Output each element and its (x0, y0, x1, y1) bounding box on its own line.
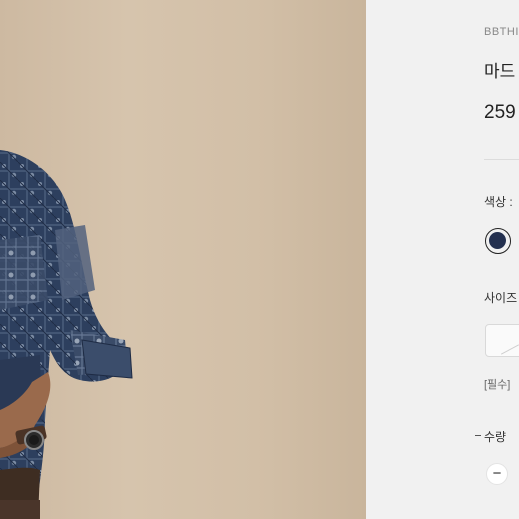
divider (484, 159, 519, 160)
brand-name[interactable]: BBTHI (484, 26, 519, 38)
product-photo-illustration (0, 150, 133, 519)
size-select-box[interactable] (485, 324, 519, 357)
unavailable-slash-icon (500, 344, 519, 355)
product-photo (0, 0, 366, 519)
size-option-label: 사이즈 (484, 291, 518, 305)
required-note: [필수] (484, 379, 511, 391)
product-info-panel: BBTHI 마드 259 색상 : 사이즈 [필수] 수량 − (366, 0, 519, 519)
color-swatch-fill (489, 232, 506, 249)
color-swatch-navy[interactable] (485, 228, 511, 254)
quantity-label: 수량 (474, 430, 507, 444)
product-title: 마드 (484, 62, 516, 81)
product-price: 259 (484, 102, 516, 123)
quantity-decrease-button[interactable]: − (486, 463, 508, 485)
color-option-label: 색상 : (484, 195, 513, 209)
